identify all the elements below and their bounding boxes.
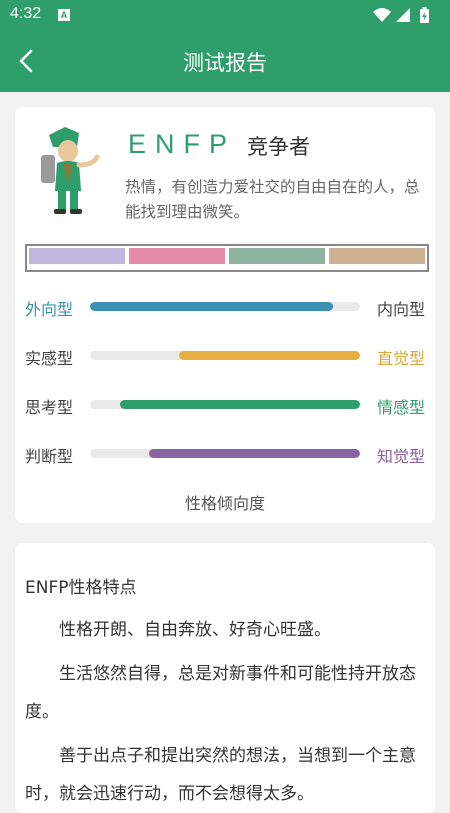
trait-left-label: 判断型 xyxy=(25,447,74,466)
app-bar: 测试报告 xyxy=(0,30,450,92)
trait-progress-bar xyxy=(90,400,360,409)
character-avatar xyxy=(41,127,100,214)
trait-left-label: 实感型 xyxy=(25,349,74,368)
trait-left-label: 思考型 xyxy=(25,398,74,417)
result-card: ENFP 竞争者 热情，有创造力爱社交的自由自在的人，总能找到理由微笑。 外向型… xyxy=(15,107,435,523)
trait-progress-fill xyxy=(149,449,360,458)
palette-swatch xyxy=(129,248,225,264)
status-bar: 4:32 A xyxy=(0,0,450,30)
trait-progress-bar xyxy=(90,351,360,360)
personality-type-name: 竞争者 xyxy=(247,135,310,159)
feature-paragraph: 性格开朗、自由奔放、好奇心旺盛。 xyxy=(59,620,331,640)
trait-row: 思考型 情感型 xyxy=(15,390,435,420)
personality-description: 热情，有创造力爱社交的自由自在的人，总能找到理由微笑。 xyxy=(125,178,420,221)
tendency-caption: 性格倾向度 xyxy=(184,494,265,513)
status-time: 4:32 xyxy=(10,5,42,22)
trait-right-label: 内向型 xyxy=(376,300,425,319)
battery-icon xyxy=(420,7,429,23)
trait-row: 实感型 直觉型 xyxy=(15,341,435,371)
trait-progress-fill xyxy=(179,351,360,360)
trait-right-label: 知觉型 xyxy=(376,447,425,466)
personality-type-code: ENFP xyxy=(128,129,237,159)
palette-swatch xyxy=(29,248,125,264)
wifi-icon xyxy=(373,8,391,22)
trait-progress-fill xyxy=(90,302,333,311)
features-title: ENFP性格特点 xyxy=(25,578,137,598)
palette-swatch xyxy=(329,248,425,264)
feature-paragraph: 生活悠然自得，总是对新事件和可能性持开放态度。 xyxy=(25,664,416,722)
trait-progress-bar xyxy=(90,449,360,458)
trait-row: 外向型 内向型 xyxy=(15,292,435,322)
notification-icon: A xyxy=(58,9,70,21)
page-title: 测试报告 xyxy=(183,51,267,75)
trait-progress-bar xyxy=(90,302,360,311)
trait-right-label: 情感型 xyxy=(376,398,425,417)
trait-row: 判断型 知觉型 xyxy=(15,439,435,469)
feature-paragraph: 善于出点子和提出突然的想法，当想到一个主意时，就会迅速行动，而不会想得太多。 xyxy=(25,746,416,804)
trait-left-label: 外向型 xyxy=(25,300,74,319)
signal-icon xyxy=(396,8,410,22)
features-card: ENFP性格特点 性格开朗、自由奔放、好奇心旺盛。 生活悠然自得，总是对新事件和… xyxy=(15,543,435,813)
system-status-icons xyxy=(373,7,429,23)
palette-swatch xyxy=(229,248,325,264)
trait-right-label: 直觉型 xyxy=(376,349,425,368)
color-palette-bar xyxy=(25,244,429,272)
trait-progress-fill xyxy=(119,400,360,409)
